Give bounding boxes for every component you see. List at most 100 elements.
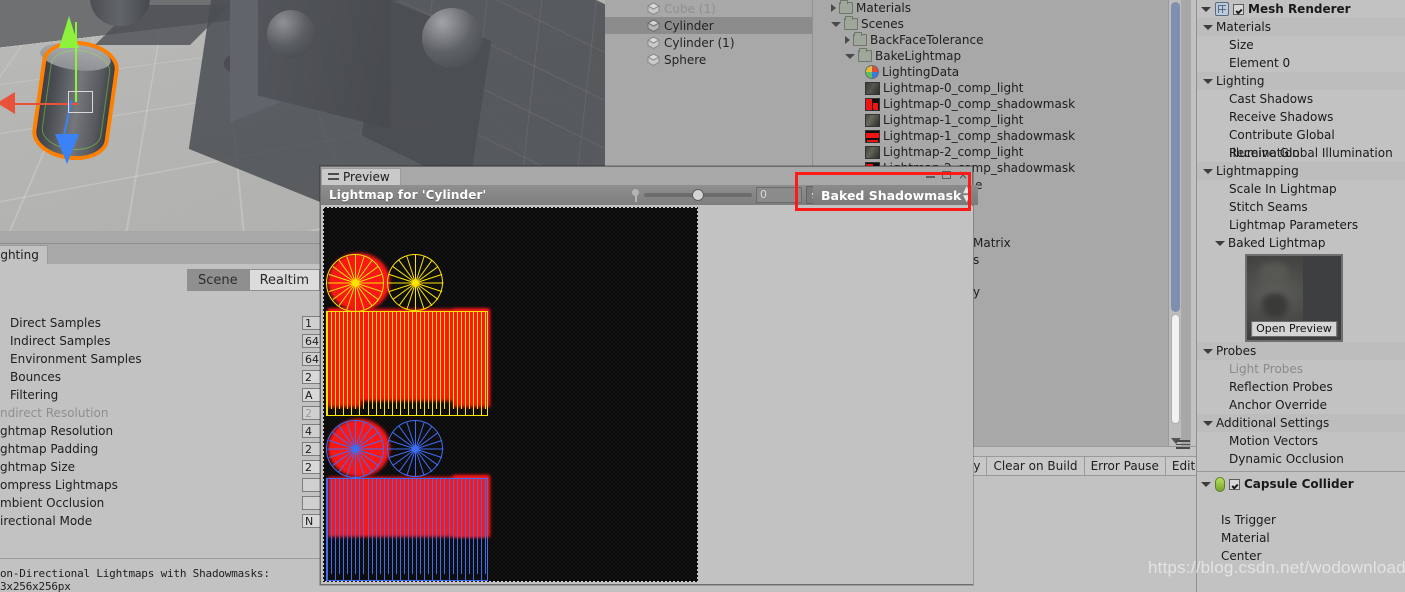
property-is-trigger[interactable]: Is Trigger — [1197, 511, 1405, 529]
preview-slider-group[interactable]: 0 — [631, 185, 828, 205]
project-item-lightmap-2-light[interactable]: Lightmap-2_comp_light — [813, 144, 1191, 160]
baked-lightmap-preview[interactable]: Open Preview — [1245, 254, 1343, 342]
project-item-materials[interactable]: Materials — [813, 0, 1191, 16]
chevron-down-icon[interactable] — [1201, 6, 1211, 12]
tab-realtime[interactable]: Realtim — [248, 269, 320, 291]
preview-window-titlebar[interactable]: Preview × — [321, 167, 972, 185]
project-item-lightmap-0-shadowmask[interactable]: Lightmap-0_comp_shadowmask — [813, 96, 1191, 112]
tab-scene[interactable]: Scene — [186, 269, 249, 291]
section-lightmapping[interactable]: Lightmapping — [1197, 162, 1405, 180]
section-materials[interactable]: Materials — [1197, 18, 1405, 36]
console-clear-on-build-button[interactable]: Clear on Build — [987, 456, 1085, 476]
sphere-object[interactable] — [267, 10, 315, 58]
property-scale-in-lightmap[interactable]: Scale In Lightmap — [1197, 180, 1405, 198]
setting-direct-samples[interactable]: Direct Samples 1 — [0, 314, 326, 332]
property-cast-shadows[interactable]: Cast Shadows — [1197, 90, 1405, 108]
preview-slider[interactable] — [644, 189, 752, 201]
project-item-scenes[interactable]: Scenes — [813, 16, 1191, 32]
setting-directional-mode[interactable]: irectional Mode N — [0, 512, 326, 530]
chevron-down-icon[interactable] — [1203, 348, 1213, 354]
console-error-pause-button[interactable]: Error Pause — [1084, 456, 1166, 476]
project-scrollbar[interactable] — [1168, 0, 1181, 446]
chevron-down-icon[interactable] — [1215, 240, 1225, 246]
inspector-panel[interactable]: Mesh Renderer Materials Size Element 0 L… — [1196, 0, 1405, 592]
gizmo-z-arrow-icon[interactable] — [55, 134, 79, 164]
lightmap-preview-window[interactable]: Preview × Lightmap for 'Cylinder' 0 Bake… — [320, 166, 978, 585]
lighting-window[interactable]: ighting Scene Realtim Direct Samples 1 I… — [0, 243, 326, 592]
section-probes[interactable]: Probes — [1197, 342, 1405, 360]
preview-toolbar[interactable]: Lightmap for 'Cylinder' 0 Baked Shadowma… — [321, 185, 978, 205]
setting-compress-lightmaps[interactable]: ompress Lightmaps — [0, 476, 326, 494]
property-receive-global-illumination[interactable]: Receive Global Illumination — [1197, 144, 1405, 162]
hierarchy-item-cylinder-1[interactable]: Cylinder (1) — [605, 34, 812, 51]
project-item-lightingdata[interactable]: LightingData — [813, 64, 1191, 80]
property-dynamic-occlusion[interactable]: Dynamic Occlusion — [1197, 450, 1405, 468]
property-reflection-probes[interactable]: Reflection Probes — [1197, 378, 1405, 396]
minimize-icon[interactable] — [925, 173, 935, 178]
property-stitch-seams[interactable]: Stitch Seams — [1197, 198, 1405, 216]
project-scrollbar-track-lower[interactable] — [1171, 314, 1180, 424]
setting-filtering[interactable]: Filtering A — [0, 386, 326, 404]
property-receive-shadows[interactable]: Receive Shadows — [1197, 108, 1405, 126]
component-enabled-checkbox[interactable] — [1229, 478, 1240, 490]
property-lightmap-parameters[interactable]: Lightmap Parameters — [1197, 216, 1405, 234]
setting-indirect-samples[interactable]: Indirect Samples 64 — [0, 332, 326, 350]
chevron-down-icon[interactable] — [1201, 481, 1211, 487]
tab-lighting[interactable]: ighting — [0, 245, 48, 264]
setting-environment-samples[interactable]: Environment Samples 64 — [0, 350, 326, 368]
tab-preview[interactable]: Preview — [321, 168, 401, 185]
component-header-mesh-renderer[interactable]: Mesh Renderer — [1197, 0, 1405, 18]
hierarchy-item-sphere[interactable]: Sphere — [605, 51, 812, 68]
hierarchy-item-cube-1[interactable]: Cube (1) — [605, 0, 812, 17]
setting-ambient-occlusion[interactable]: mbient Occlusion — [0, 494, 326, 512]
chevron-right-icon[interactable] — [845, 36, 850, 44]
lightmap-texture-image[interactable] — [323, 207, 698, 582]
lighting-tabstrip[interactable]: ighting — [0, 244, 320, 264]
open-preview-button[interactable]: Open Preview — [1251, 321, 1337, 337]
component-header-capsule-collider[interactable]: Capsule Collider — [1197, 475, 1405, 493]
property-material[interactable]: Material — [1197, 529, 1405, 547]
setting-lightmap-resolution[interactable]: ghtmap Resolution 4 — [0, 422, 326, 440]
lightmap-type-dropdown[interactable]: Baked Shadowmask ▲ ▼ — [813, 185, 978, 205]
preview-slider-knob[interactable] — [692, 189, 704, 201]
lighting-settings-list[interactable]: Direct Samples 1 Indirect Samples 64 Env… — [0, 302, 326, 530]
chevron-down-icon[interactable] — [1203, 168, 1213, 174]
chevron-down-icon[interactable] — [1203, 24, 1213, 30]
section-additional-settings[interactable]: Additional Settings — [1197, 414, 1405, 432]
chevron-down-icon[interactable] — [1203, 78, 1213, 84]
project-scrollbar-thumb[interactable] — [1171, 2, 1180, 312]
component-enabled-checkbox[interactable] — [1233, 3, 1244, 15]
chevron-down-icon[interactable] — [1203, 420, 1213, 426]
window-controls[interactable]: × — [925, 169, 968, 181]
project-item-backfacetolerance[interactable]: BackFaceTolerance — [813, 32, 1191, 48]
chevron-down-icon[interactable] — [831, 21, 841, 27]
chevron-down-icon[interactable] — [845, 53, 855, 59]
project-item-bakelightmap[interactable]: BakeLightmap — [813, 48, 1191, 64]
preview-slider-value[interactable]: 0 — [756, 187, 802, 203]
property-size[interactable]: Size — [1197, 36, 1405, 54]
gizmo-y-arrow-icon[interactable] — [59, 16, 79, 48]
lightmap-canvas[interactable] — [322, 206, 973, 584]
property-element-0[interactable]: Element 0 — [1197, 54, 1405, 72]
hierarchy-item-cylinder[interactable]: Cylinder — [605, 17, 812, 34]
property-anchor-override[interactable]: Anchor Override — [1197, 396, 1405, 414]
chevron-right-icon[interactable] — [831, 4, 836, 12]
project-item-lightmap-0-light[interactable]: Lightmap-0_comp_light — [813, 80, 1191, 96]
sphere-object-far[interactable] — [422, 8, 482, 68]
setting-bounces[interactable]: Bounces 2 — [0, 368, 326, 386]
setting-lightmap-size[interactable]: ghtmap Size 2 — [0, 458, 326, 476]
property-contribute-global-illumination[interactable]: Contribute Global Illumination — [1197, 126, 1405, 160]
close-icon[interactable]: × — [958, 169, 968, 181]
section-baked-lightmap[interactable]: Baked Lightmap — [1197, 234, 1405, 252]
gizmo-x-arrow-icon[interactable] — [0, 92, 15, 114]
maximize-icon[interactable] — [941, 171, 951, 179]
project-occluded-fragment-s: s — [973, 253, 980, 267]
hamburger-icon[interactable] — [1176, 438, 1190, 449]
property-motion-vectors[interactable]: Motion Vectors — [1197, 432, 1405, 450]
setting-lightmap-padding[interactable]: ghtmap Padding 2 — [0, 440, 326, 458]
project-item-lightmap-1-shadowmask[interactable]: Lightmap-1_comp_shadowmask — [813, 128, 1191, 144]
lighting-mode-tabs[interactable]: Scene Realtim — [186, 269, 320, 291]
project-item-lightmap-1-light[interactable]: Lightmap-1_comp_light — [813, 112, 1191, 128]
section-lighting[interactable]: Lighting — [1197, 72, 1405, 90]
gizmo-plane-handle[interactable] — [68, 91, 93, 113]
